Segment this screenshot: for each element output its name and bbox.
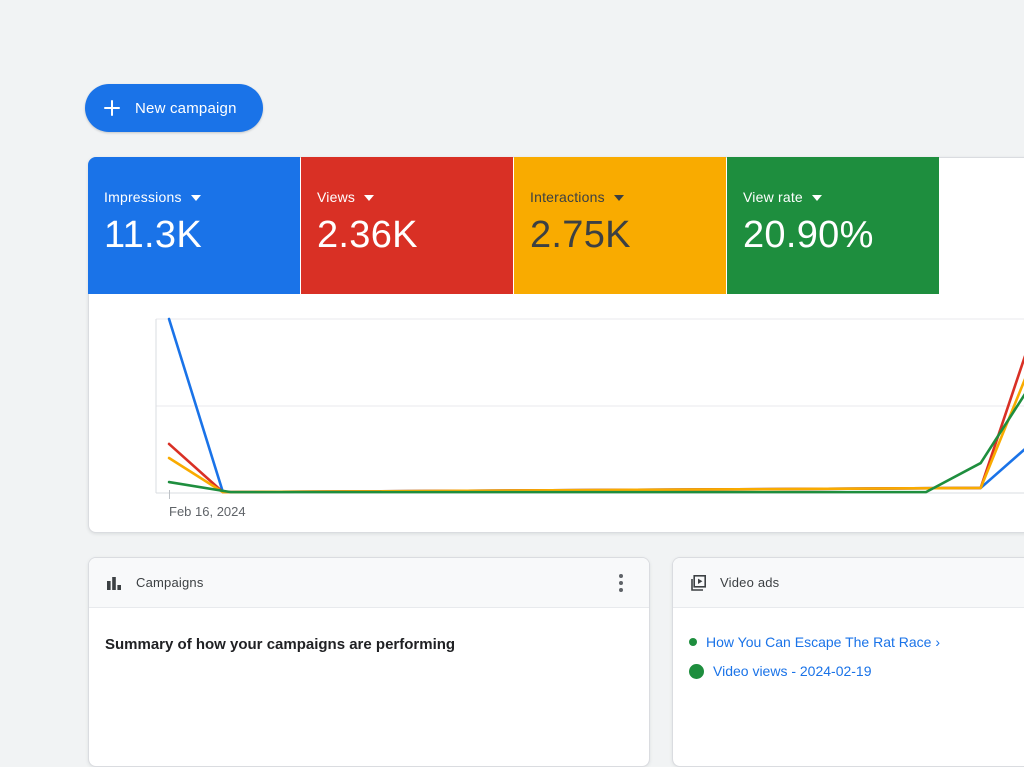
campaigns-card-title: Campaigns <box>136 575 204 590</box>
scorecard-label: Impressions <box>104 189 182 205</box>
bar-chart-icon <box>107 576 121 590</box>
scorecard-strip: Impressions 11.3K Views 2.36K Interactio… <box>88 157 939 294</box>
x-axis-tick <box>169 490 170 499</box>
green-circle-icon <box>689 663 704 679</box>
line-chart-svg <box>156 319 1024 493</box>
video-ad-list-item[interactable]: Video views - 2024-02-19 <box>689 663 1024 679</box>
kebab-dot <box>619 580 623 585</box>
series-line-views <box>169 356 1024 492</box>
campaigns-card: Campaigns Summary of how your campaigns … <box>88 557 650 767</box>
more-options-button[interactable] <box>607 569 635 597</box>
video-ad-link[interactable]: How You Can Escape The Rat Race › <box>706 634 940 650</box>
new-campaign-button[interactable]: New campaign <box>85 84 263 132</box>
video-ads-card-body: How You Can Escape The Rat Race › Video … <box>673 608 1024 679</box>
campaigns-card-body: Summary of how your campaigns are perfor… <box>89 608 649 653</box>
video-views-link[interactable]: Video views - 2024-02-19 <box>713 663 872 679</box>
green-dot-icon <box>689 638 697 646</box>
kebab-dot <box>619 587 623 592</box>
video-library-icon <box>691 574 706 591</box>
video-ads-card-title: Video ads <box>720 575 780 590</box>
video-ads-card-header: Video ads <box>673 558 1024 608</box>
dropdown-arrow-icon[interactable] <box>811 195 822 201</box>
scorecard-view-rate[interactable]: View rate 20.90% <box>727 157 939 294</box>
scorecard-value: 11.3K <box>104 214 202 256</box>
scorecard-views[interactable]: Views 2.36K <box>301 157 513 294</box>
dropdown-arrow-icon[interactable] <box>613 195 624 201</box>
new-campaign-label: New campaign <box>135 99 237 117</box>
x-axis-date-label: Feb 16, 2024 <box>169 504 246 519</box>
scorecard-value: 20.90% <box>743 214 874 256</box>
campaigns-card-header: Campaigns <box>89 558 649 608</box>
plus-icon <box>104 100 120 116</box>
series-line-view-rate <box>169 394 1024 492</box>
scorecard-value: 2.75K <box>530 214 631 256</box>
scorecard-interactions[interactable]: Interactions 2.75K <box>514 157 726 294</box>
scorecard-label: View rate <box>743 189 803 205</box>
series-line-interactions <box>169 379 1024 492</box>
dropdown-arrow-icon[interactable] <box>364 195 375 201</box>
google-ads-overview-page: { "page": { "background": "#f1f3f4" }, "… <box>0 0 1024 767</box>
scorecard-label: Views <box>317 189 356 205</box>
video-ads-card: Video ads How You Can Escape The Rat Rac… <box>672 557 1024 767</box>
dropdown-arrow-icon[interactable] <box>190 195 201 201</box>
scorecard-impressions[interactable]: Impressions 11.3K <box>88 157 300 294</box>
kebab-dot <box>619 573 623 578</box>
scorecard-label: Interactions <box>530 189 605 205</box>
performance-chart[interactable] <box>156 319 1024 493</box>
scorecard-value: 2.36K <box>317 214 418 256</box>
video-ad-list-item[interactable]: How You Can Escape The Rat Race › <box>689 634 1024 650</box>
performance-overview-card: Impressions 11.3K Views 2.36K Interactio… <box>88 157 1024 533</box>
campaigns-summary-text: Summary of how your campaigns are perfor… <box>105 636 456 653</box>
